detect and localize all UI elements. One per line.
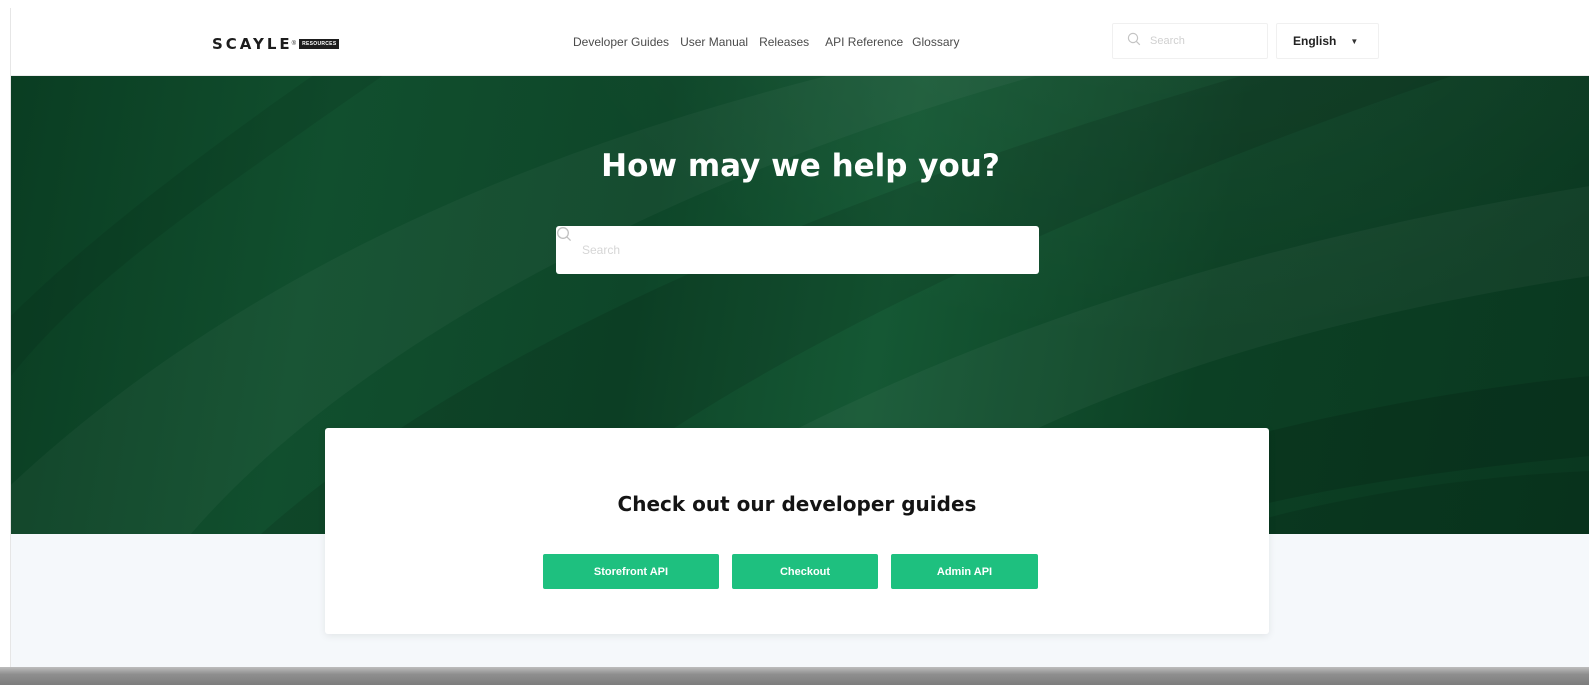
logo-registered-mark: ® (291, 41, 297, 47)
browser-viewport: SCAYLE ® RESOURCES Developer Guides User… (10, 8, 1589, 667)
window-bottom-edge (0, 667, 1589, 685)
header-search-box[interactable] (1112, 23, 1268, 59)
storefront-api-button[interactable]: Storefront API (543, 554, 719, 589)
hero-search-box[interactable] (556, 226, 1039, 274)
main-nav: Developer Guides User Manual Releases AP… (573, 35, 960, 49)
chevron-down-icon: ▼ (1350, 36, 1359, 46)
developer-guides-buttons: Storefront API Checkout Admin API (543, 554, 1038, 589)
site-header: SCAYLE ® RESOURCES Developer Guides User… (11, 8, 1589, 76)
header-search-input[interactable] (1150, 35, 1250, 47)
checkout-button[interactable]: Checkout (732, 554, 878, 589)
developer-guides-title: Check out our developer guides (617, 492, 977, 516)
nav-user-manual[interactable]: User Manual (680, 35, 748, 49)
nav-releases[interactable]: Releases (759, 35, 809, 49)
nav-glossary[interactable]: Glossary (912, 35, 959, 49)
scayle-logo[interactable]: SCAYLE ® RESOURCES (212, 35, 340, 53)
hero-title: How may we help you? (601, 148, 1000, 184)
logo-wordmark: SCAYLE (212, 35, 293, 53)
language-select[interactable]: English ▼ (1276, 23, 1379, 59)
nav-api-reference[interactable]: API Reference (825, 35, 903, 49)
language-selected-value: English (1293, 34, 1337, 48)
developer-guides-card: Check out our developer guides Storefron… (325, 428, 1269, 634)
hero-search-input[interactable] (582, 243, 1002, 257)
logo-resources-badge: RESOURCES (299, 39, 340, 49)
nav-developer-guides[interactable]: Developer Guides (573, 35, 669, 49)
admin-api-button[interactable]: Admin API (891, 554, 1038, 589)
search-icon (1127, 32, 1141, 51)
